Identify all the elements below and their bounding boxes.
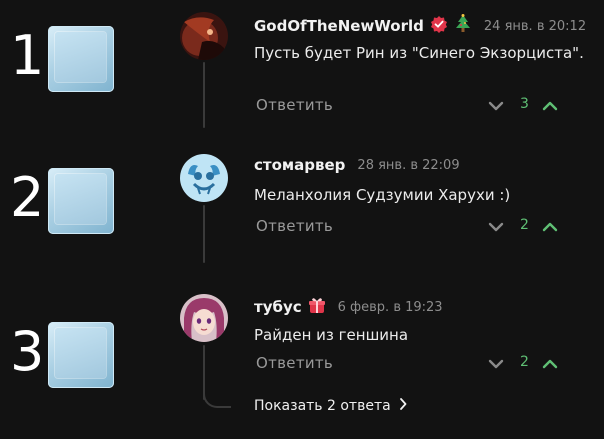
comment-header: тубус 6 февр. в 19:23 [254,296,443,318]
show-replies-label: Показать 2 ответа [254,398,391,414]
vote-score: 2 [520,354,529,370]
comment-header: GodOfTheNewWorld 24 янв. в 20:12 [254,14,586,38]
upvote-chevron-icon[interactable] [542,219,558,233]
comment-date: 28 янв. в 22:09 [357,157,460,173]
blank-keycap-icon [48,168,114,234]
downvote-chevron-icon[interactable] [488,356,504,370]
downvote-chevron-icon[interactable] [488,219,504,233]
comment: стомарвер 28 янв. в 22:09 Меланхолия Суд… [180,154,600,244]
upvote-chevron-icon[interactable] [542,356,558,370]
rank-marker-1: 1 [10,26,120,96]
rank-number: 3 [10,320,45,383]
username[interactable]: GodOfTheNewWorld [254,17,424,35]
comment-actions: Ответить 2 [254,354,558,374]
comment-actions: Ответить 3 [254,96,558,116]
gift-badge-icon [308,296,326,318]
blank-keycap-icon [48,26,114,92]
comment-text: Пусть будет Рин из "Синего Экзорциста". [254,44,584,62]
username[interactable]: тубус [254,298,302,316]
thread-branch-curve [203,380,231,408]
rank-marker-3: 3 [10,322,120,392]
rank-number: 2 [10,166,45,229]
comment-actions: Ответить 2 [254,217,558,237]
avatar[interactable] [180,12,228,60]
comment: тубус 6 февр. в 19:23 Райден из геншина … [180,294,600,374]
comment-header: стомарвер 28 янв. в 22:09 [254,156,460,174]
show-replies-button[interactable]: Показать 2 ответа [254,398,407,414]
reply-button[interactable]: Ответить [256,96,333,114]
avatar[interactable] [180,154,228,202]
christmas-tree-icon [454,14,472,38]
downvote-chevron-icon[interactable] [488,98,504,112]
verified-badge-icon [430,15,448,37]
comment-date: 6 февр. в 19:23 [337,299,443,315]
rank-marker-2: 2 [10,168,120,238]
reply-button[interactable]: Ответить [256,354,333,372]
comment-text: Меланхолия Судзумии Харухи :) [254,186,511,204]
upvote-chevron-icon[interactable] [542,98,558,112]
comment-date: 24 янв. в 20:12 [483,18,587,34]
vote-score: 2 [520,217,529,233]
avatar[interactable] [180,294,228,342]
blank-keycap-icon [48,322,114,388]
comment-text: Райден из геншина [254,326,409,344]
rank-number: 1 [10,24,45,87]
vote-score: 3 [520,96,529,112]
chevron-right-icon [399,398,407,414]
comment: GodOfTheNewWorld 24 янв. в 20:12 Пусть б… [180,12,600,122]
username[interactable]: стомарвер [254,156,345,174]
reply-button[interactable]: Ответить [256,217,333,235]
